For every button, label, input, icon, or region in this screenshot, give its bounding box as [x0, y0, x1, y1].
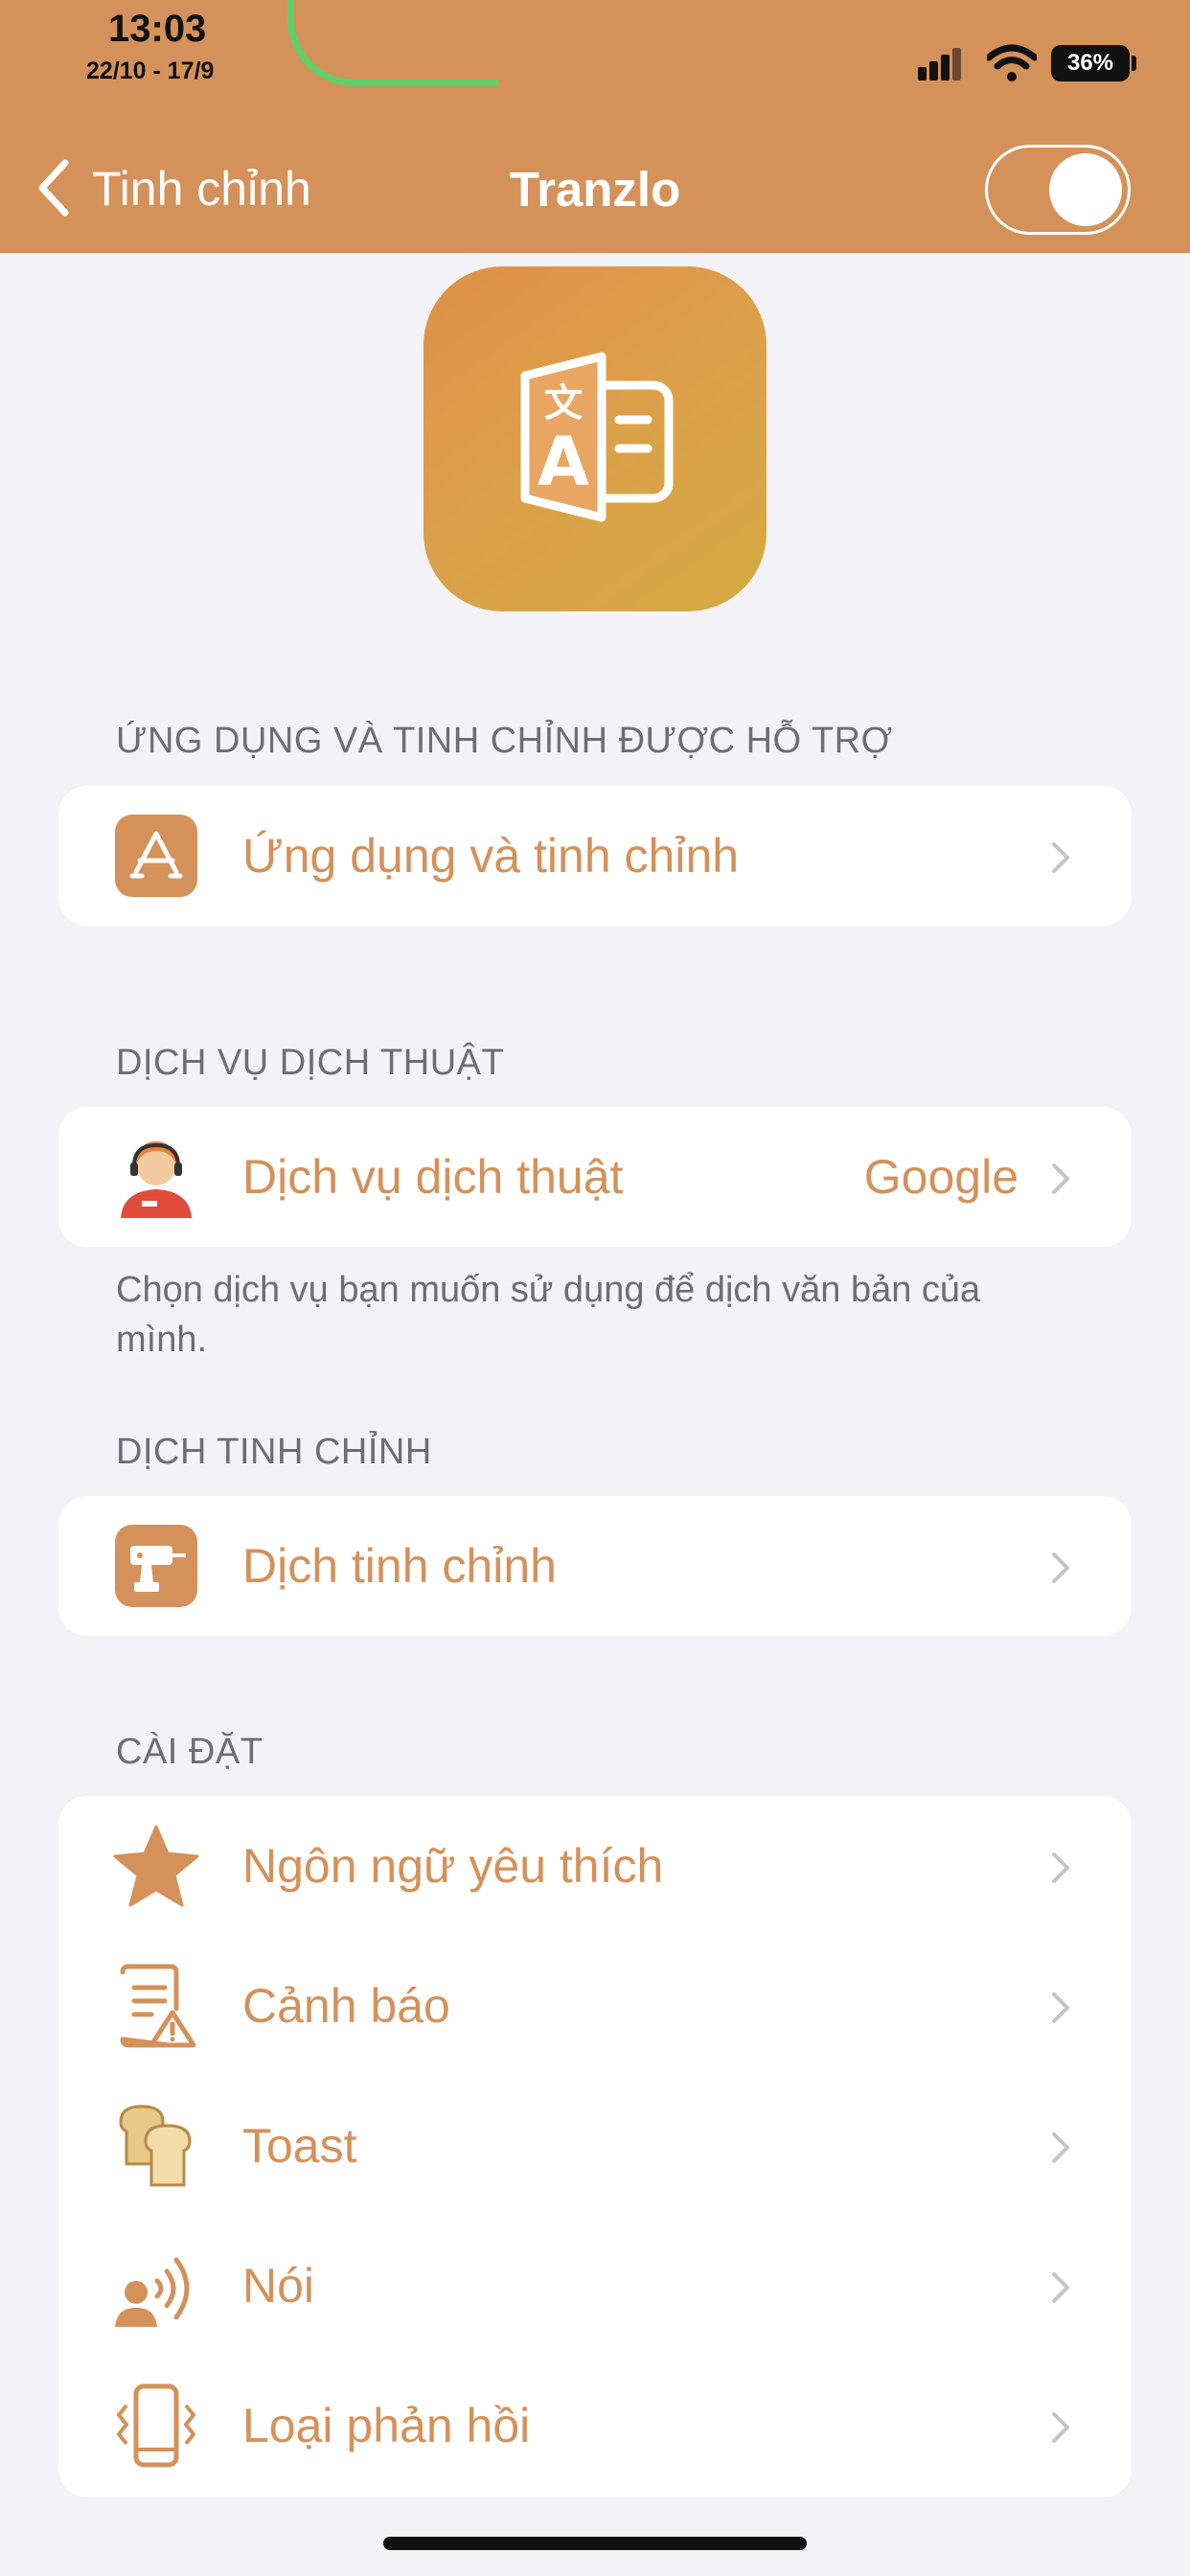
battery-cap	[1132, 56, 1136, 71]
status-date: 22/10 - 17/9	[86, 58, 215, 84]
speaking-person-icon	[115, 2257, 190, 2327]
wifi-icon	[987, 44, 1037, 81]
drill-icon	[115, 1525, 197, 1607]
enable-toggle[interactable]	[985, 145, 1131, 235]
row-feedback-type[interactable]: Loại phản hồi	[58, 2356, 1132, 2496]
row-translate-tweak[interactable]: Dịch tinh chỉnh	[58, 1496, 1132, 1636]
chevron-right-icon	[1052, 2132, 1069, 2163]
battery-icon: 36%	[1051, 45, 1130, 81]
row-toast[interactable]: Toast	[58, 2076, 1132, 2216]
row-label: Cảnh báo	[242, 1979, 450, 2033]
star-icon	[113, 1825, 199, 1907]
settings-card: Ngôn ngữ yêu thích Cảnh báo Toast Nói Lo…	[58, 1796, 1132, 2497]
row-label: Ứng dụng và tinh chỉnh	[242, 829, 740, 883]
row-label: Dịch vụ dịch thuật	[242, 1150, 624, 1204]
vibrating-phone-icon	[117, 2383, 195, 2468]
chevron-right-icon	[1052, 1852, 1069, 1883]
status-time: 13:03	[108, 8, 207, 50]
chevron-right-icon	[1052, 1552, 1069, 1583]
chevron-right-icon	[1052, 1163, 1069, 1194]
chevron-right-icon	[1052, 842, 1069, 873]
call-indicator-arc	[287, 0, 498, 86]
row-speak[interactable]: Nói	[58, 2216, 1132, 2356]
cellular-signal-icon	[918, 48, 966, 80]
row-label: Ngôn ngữ yêu thích	[242, 1839, 664, 1893]
svg-text:A: A	[538, 423, 589, 501]
row-translation-service[interactable]: Dịch vụ dịch thuật Google	[58, 1107, 1132, 1247]
translation-service-footnote: Chọn dịch vụ bạn muốn sử dụng để dịch vă…	[116, 1270, 981, 1360]
alert-document-icon	[120, 1964, 196, 2048]
toggle-knob	[1049, 153, 1122, 226]
navigation-header: 13:03 22/10 - 17/9 36% Tinh chỉnh Tranzl…	[0, 0, 1190, 253]
selected-service-value: Google	[863, 1150, 1018, 1204]
section-header-translate-tweak: DỊCH TINH CHỈNH	[116, 1432, 432, 1472]
translator-person-icon	[121, 1141, 192, 1218]
row-label: Loại phản hồi	[242, 2399, 531, 2452]
translate-icon: 文 A	[520, 352, 674, 522]
section-header-supported: ỨNG DỤNG VÀ TINH CHỈNH ĐƯỢC HỖ TRỢ	[116, 721, 893, 761]
svg-text:文: 文	[544, 381, 583, 426]
translation-service-card: Dịch vụ dịch thuật Google	[58, 1107, 1132, 1247]
translate-tweak-card: Dịch tinh chỉnh	[58, 1496, 1132, 1636]
app-logo: 文 A	[423, 266, 767, 611]
section-header-translation-service: DỊCH VỤ DỊCH THUẬT	[116, 1043, 505, 1083]
home-indicator	[383, 2537, 807, 2550]
section-header-settings: CÀI ĐẶT	[116, 1732, 263, 1772]
row-alerts[interactable]: Cảnh báo	[58, 1936, 1132, 2076]
row-label: Toast	[242, 2119, 357, 2173]
row-favorite-languages[interactable]: Ngôn ngữ yêu thích	[58, 1796, 1132, 1936]
chevron-right-icon	[1052, 2412, 1069, 2443]
supported-card: Ứng dụng và tinh chỉnh	[58, 786, 1132, 926]
row-apps-and-tweaks[interactable]: Ứng dụng và tinh chỉnh	[58, 786, 1132, 926]
chevron-right-icon	[1052, 1992, 1069, 2023]
chevron-right-icon	[1052, 2272, 1069, 2303]
toast-bread-icon	[119, 2104, 192, 2187]
row-label: Dịch tinh chỉnh	[242, 1539, 557, 1593]
app-store-icon	[115, 815, 197, 897]
row-label: Nói	[242, 2259, 315, 2312]
